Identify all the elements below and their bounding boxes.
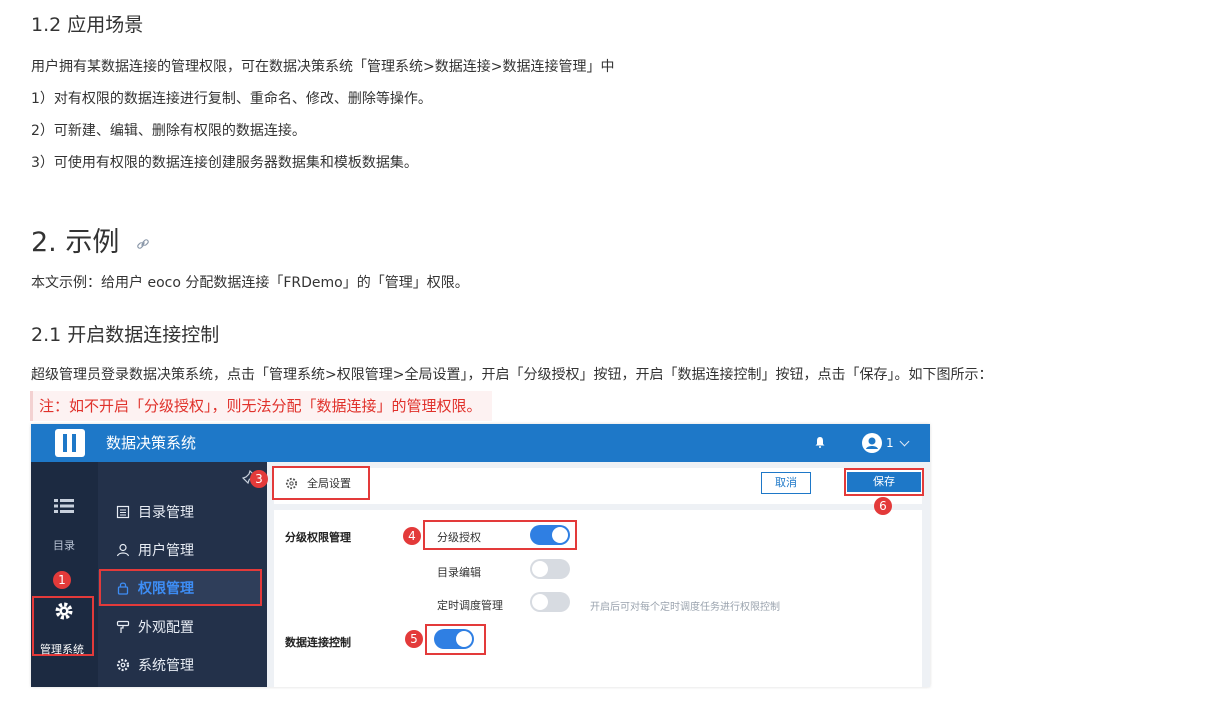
toggle-knob xyxy=(532,594,548,610)
rail-manage-label[interactable]: 管理系统 xyxy=(40,641,84,657)
tab-global-settings[interactable]: 全局设置 xyxy=(285,475,351,491)
section-heading-2-1: 2.1 开启数据连接控制 xyxy=(31,324,220,346)
paint-icon xyxy=(116,620,130,633)
avatar[interactable] xyxy=(862,433,882,453)
sidebar-item-label: 外观配置 xyxy=(138,620,194,636)
catalog-icon[interactable] xyxy=(54,498,74,514)
group-label-hierarchical: 分级权限管理 xyxy=(285,531,351,544)
tab-label: 全局设置 xyxy=(307,477,351,490)
example-intro: 本文示例：给用户 eoco 分配数据连接「FRDemo」的「管理」权限。 xyxy=(31,275,469,291)
section-heading-1-2: 1.2 应用场景 xyxy=(31,14,144,36)
step-badge-4: 4 xyxy=(403,527,421,545)
schedule-manage-toggle[interactable] xyxy=(530,592,570,612)
sidebar-item-appearance[interactable]: 外观配置 xyxy=(116,617,194,637)
section-heading-2: 2. 示例 xyxy=(31,220,150,259)
step-badge-5: 5 xyxy=(405,630,423,648)
sidebar-menu: 目录管理 用户管理 权限管理 外观配置 系统管理 xyxy=(98,462,313,687)
user-number: 1 xyxy=(886,436,894,450)
setting-label: 分级授权 xyxy=(437,531,481,544)
catalog-edit-toggle[interactable] xyxy=(530,559,570,579)
cancel-button[interactable]: 取消 xyxy=(761,472,811,494)
app-title: 数据决策系统 xyxy=(106,434,197,452)
section-intro: 用户拥有某数据连接的管理权限，可在数据决策系统「管理系统>数据连接>数据连接管理… xyxy=(31,59,615,75)
link-icon[interactable] xyxy=(136,237,150,251)
user-icon xyxy=(116,543,130,557)
bell-icon[interactable] xyxy=(814,436,826,448)
app-screenshot: 数据决策系统 1 目录 1 管理系统 目录管理 用户管理 权限管理 外观配置 系… xyxy=(31,424,930,687)
data-connection-control-toggle[interactable] xyxy=(434,629,474,649)
gear-icon[interactable] xyxy=(54,601,74,621)
sidebar-item-users[interactable]: 用户管理 xyxy=(116,540,194,560)
step-badge-1: 1 xyxy=(53,571,71,589)
setting-label: 目录编辑 xyxy=(437,566,481,579)
gear-icon xyxy=(285,477,298,489)
app-topbar: 数据决策系统 1 xyxy=(31,424,930,462)
toggle-knob xyxy=(532,561,548,577)
app-logo xyxy=(55,429,85,457)
setting-label: 定时调度管理 xyxy=(437,599,503,612)
toggle-knob xyxy=(456,631,472,647)
sidebar-item-system[interactable]: 系统管理 xyxy=(116,655,194,675)
section-heading-text: 2. 示例 xyxy=(31,227,120,258)
lock-icon xyxy=(117,582,129,595)
user-icon xyxy=(866,437,878,449)
toolbar xyxy=(274,468,922,504)
list-icon xyxy=(116,505,130,519)
main-content: 3 全局设置 分级权限管理 4 分级授权 目录编辑 定时调度管理 开启后可对每个… xyxy=(250,462,930,687)
sidebar-item-permissions[interactable]: 权限管理 xyxy=(116,578,194,598)
list-item: 1）对有权限的数据连接进行复制、重命名、修改、删除等操作。 xyxy=(31,91,432,107)
group-label-data-connection: 数据连接控制 xyxy=(285,636,351,649)
step-badge-3: 3 xyxy=(250,470,268,488)
sidebar-item-label: 系统管理 xyxy=(138,658,194,674)
list-item: 3）可使用有权限的数据连接创建服务器数据集和模板数据集。 xyxy=(31,155,418,171)
toggle-knob xyxy=(552,527,568,543)
rail-catalog-label[interactable]: 目录 xyxy=(53,537,75,553)
save-button[interactable]: 保存 xyxy=(847,472,921,492)
sidebar-item-label: 用户管理 xyxy=(138,543,194,559)
sidebar-rail: 目录 1 管理系统 xyxy=(31,462,98,687)
sidebar-item-label: 目录管理 xyxy=(138,505,194,521)
schedule-hint: 开启后可对每个定时调度任务进行权限控制 xyxy=(590,602,780,613)
chevron-down-icon[interactable] xyxy=(899,436,910,447)
gear-icon xyxy=(116,658,130,672)
step-badge-6: 6 xyxy=(874,497,892,515)
sidebar-item-label: 权限管理 xyxy=(138,581,194,597)
sidebar-item-catalog[interactable]: 目录管理 xyxy=(116,502,194,522)
warning-note: 注：如不开启「分级授权」，则无法分配「数据连接」的管理权限。 xyxy=(30,391,492,421)
list-item: 2）可新建、编辑、删除有权限的数据连接。 xyxy=(31,123,306,139)
hierarchical-auth-toggle[interactable] xyxy=(530,525,570,545)
section-body: 超级管理员登录数据决策系统，点击「管理系统>权限管理>全局设置」，开启「分级授权… xyxy=(31,367,993,383)
